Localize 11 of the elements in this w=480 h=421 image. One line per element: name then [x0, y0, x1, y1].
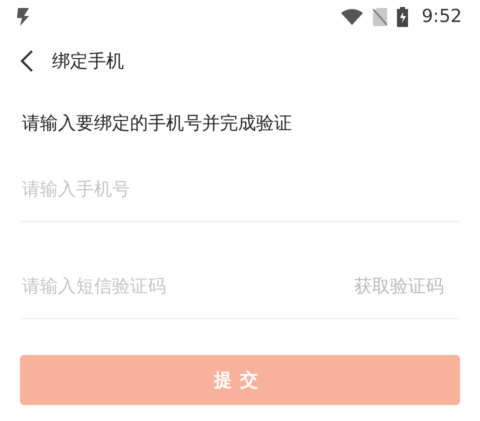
lightning-icon: [16, 6, 30, 26]
instruction-text: 请输入要绑定的手机号并完成验证: [22, 112, 293, 135]
battery-icon: [396, 6, 408, 26]
phone-input-field[interactable]: 请输入手机号: [20, 178, 460, 200]
code-input-field[interactable]: 请输入短信验证码: [20, 276, 354, 296]
no-sim-icon: [372, 8, 387, 26]
status-time: 9:52: [422, 6, 462, 27]
get-code-button[interactable]: 获取验证码: [354, 274, 460, 298]
page-title: 绑定手机: [52, 50, 124, 73]
back-button[interactable]: [20, 50, 34, 72]
wifi-icon: [340, 8, 363, 24]
